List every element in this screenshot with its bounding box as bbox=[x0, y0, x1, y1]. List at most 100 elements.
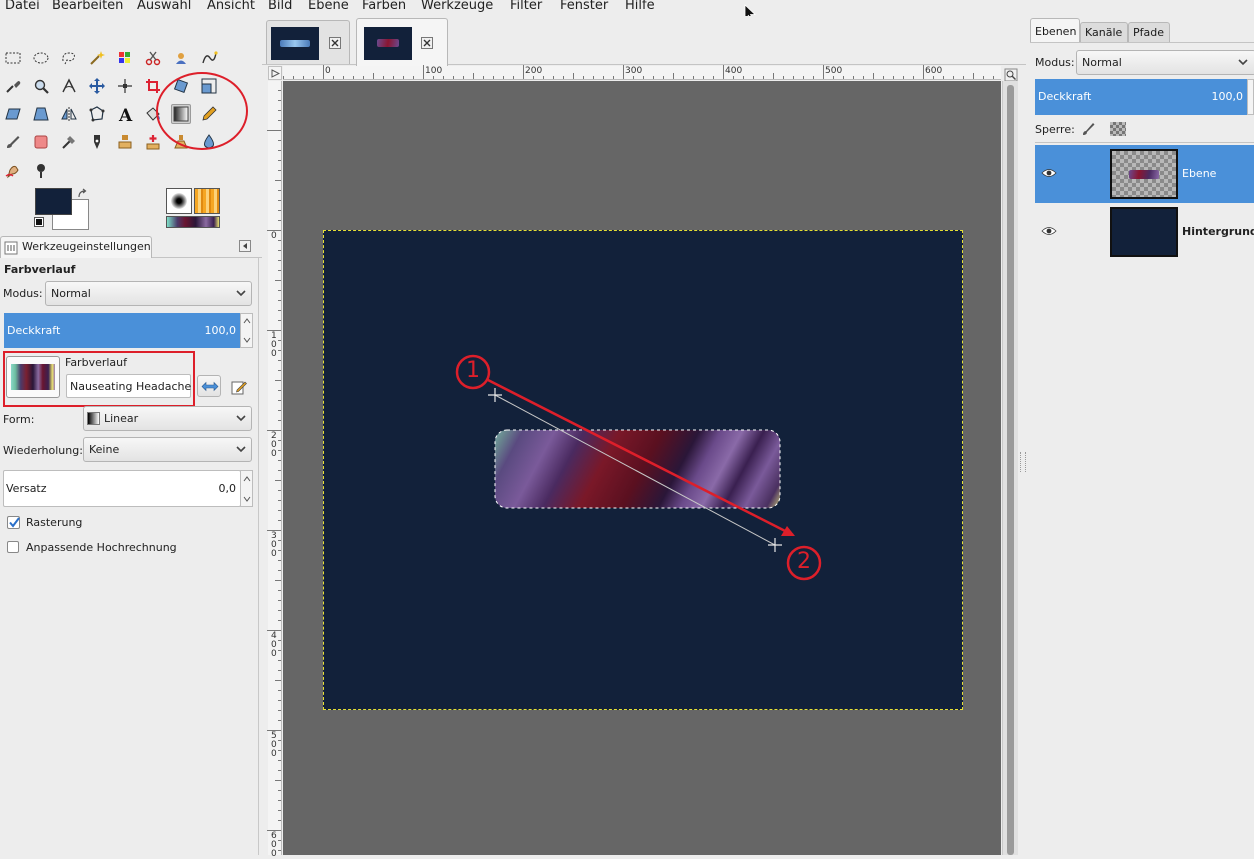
offset-slider[interactable]: Versatz 0,0 bbox=[3, 470, 241, 507]
spin-up-icon[interactable] bbox=[243, 476, 251, 482]
tool-cage-transform[interactable] bbox=[87, 104, 107, 124]
gradient-preview[interactable] bbox=[166, 216, 220, 228]
tab-channels[interactable]: Kanäle bbox=[1080, 22, 1128, 42]
svg-text:A: A bbox=[118, 106, 133, 123]
tab-paths[interactable]: Pfade bbox=[1128, 22, 1170, 42]
layer-row-hintergrund[interactable]: Hintergrund bbox=[1035, 203, 1254, 261]
dithering-checkbox[interactable] bbox=[7, 516, 20, 529]
pattern-preview[interactable] bbox=[194, 188, 220, 214]
layer-mode-value: Normal bbox=[1082, 56, 1122, 69]
mode-dropdown[interactable]: Normal bbox=[45, 281, 252, 306]
tool-ink[interactable] bbox=[87, 132, 107, 152]
ruler-tick bbox=[873, 73, 874, 79]
lock-pixels-brush-icon[interactable] bbox=[1080, 121, 1096, 137]
foreground-color-swatch[interactable] bbox=[35, 188, 72, 215]
repeat-dropdown[interactable]: Keine bbox=[83, 437, 252, 462]
close-tab-icon[interactable] bbox=[329, 37, 341, 49]
vertical-ruler[interactable]: 0100200300400500600 bbox=[267, 81, 282, 859]
ruler-tick bbox=[993, 76, 994, 79]
tool-paintbrush[interactable] bbox=[3, 132, 23, 152]
edit-gradient-icon[interactable] bbox=[231, 379, 247, 395]
tool-rect-select[interactable] bbox=[3, 48, 23, 68]
tool-scissors-select[interactable] bbox=[143, 48, 163, 68]
ruler-tick bbox=[278, 170, 281, 171]
layer-opacity-spinner[interactable] bbox=[1247, 79, 1254, 115]
menu-farben[interactable]: Farben bbox=[362, 0, 406, 13]
image-tab-1[interactable] bbox=[266, 20, 350, 64]
chevron-down-icon bbox=[236, 290, 246, 297]
menu-auswahl[interactable]: Auswahl bbox=[137, 0, 191, 13]
spin-down-icon[interactable] bbox=[243, 496, 251, 502]
menu-bild[interactable]: Bild bbox=[268, 0, 292, 13]
tool-paths[interactable] bbox=[199, 48, 219, 68]
menu-bearbeiten[interactable]: Bearbeiten bbox=[52, 0, 123, 13]
panel-menu-icon[interactable] bbox=[239, 240, 251, 252]
spin-up-icon[interactable] bbox=[243, 318, 251, 324]
tool-color-select[interactable] bbox=[115, 48, 135, 68]
tool-shear[interactable] bbox=[3, 104, 23, 124]
tool-foreground-select[interactable] bbox=[171, 48, 191, 68]
ruler-tick bbox=[933, 76, 934, 79]
ruler-corner-button[interactable] bbox=[268, 66, 282, 80]
offset-spinner[interactable] bbox=[240, 470, 253, 507]
tool-move[interactable] bbox=[87, 76, 107, 96]
ruler-tick bbox=[763, 76, 764, 79]
menu-fenster[interactable]: Fenster bbox=[560, 0, 608, 13]
tool-airbrush[interactable] bbox=[59, 132, 79, 152]
shape-dropdown[interactable]: Linear bbox=[83, 406, 252, 431]
reverse-gradient-button[interactable] bbox=[197, 375, 221, 397]
ruler-tick bbox=[278, 760, 281, 761]
tool-free-select[interactable] bbox=[59, 48, 79, 68]
tool-clone[interactable] bbox=[115, 132, 135, 152]
smudge-icon bbox=[5, 165, 19, 179]
gradient-highlight-box bbox=[3, 351, 195, 407]
menu-filter[interactable]: Filter bbox=[510, 0, 542, 13]
image-tab-2[interactable] bbox=[356, 18, 448, 66]
horizontal-ruler[interactable]: 0 100 200 300 400 500 600 bbox=[283, 65, 1001, 80]
tool-smudge[interactable] bbox=[3, 160, 23, 180]
visibility-eye-icon[interactable] bbox=[1041, 225, 1057, 237]
menu-werkzeuge[interactable]: Werkzeuge bbox=[421, 0, 493, 13]
tool-eraser[interactable] bbox=[31, 132, 51, 152]
tool-color-picker[interactable] bbox=[3, 76, 23, 96]
ruler-tick bbox=[353, 76, 354, 79]
tool-fuzzy-select[interactable] bbox=[87, 48, 107, 68]
menu-hilfe[interactable]: Hilfe bbox=[625, 0, 655, 13]
layer-opacity-slider[interactable]: Deckkraft 100,0 bbox=[1035, 79, 1247, 115]
ruler-tick bbox=[443, 76, 444, 79]
spin-down-icon[interactable] bbox=[243, 337, 251, 343]
ruler-label: 400 bbox=[725, 66, 743, 76]
visibility-eye-icon[interactable] bbox=[1041, 167, 1057, 179]
tab-tool-options[interactable]: Werkzeugeinstellungen bbox=[0, 236, 152, 258]
tool-dodge-burn[interactable] bbox=[31, 160, 51, 180]
tool-zoom[interactable] bbox=[31, 76, 51, 96]
menu-ansicht[interactable]: Ansicht bbox=[207, 0, 255, 13]
lock-alpha-checker-icon[interactable] bbox=[1110, 122, 1126, 136]
adaptive-supersampling-checkbox[interactable] bbox=[7, 541, 19, 553]
ruler-tick bbox=[278, 270, 281, 271]
default-colors-icon[interactable] bbox=[34, 217, 44, 227]
zoom-to-window-icon[interactable] bbox=[1004, 68, 1018, 82]
vertical-scrollbar[interactable] bbox=[1002, 81, 1018, 855]
tool-heal[interactable] bbox=[143, 132, 163, 152]
menu-datei[interactable]: Datei bbox=[5, 0, 40, 13]
tab-layers[interactable]: Ebenen bbox=[1030, 18, 1080, 42]
tool-measure[interactable] bbox=[59, 76, 79, 96]
menu-ebene[interactable]: Ebene bbox=[308, 0, 349, 13]
ruler-tick bbox=[278, 460, 281, 461]
opacity-slider[interactable]: Deckkraft 100,0 bbox=[4, 313, 240, 348]
brush-preview[interactable] bbox=[166, 188, 192, 214]
layer-row-ebene[interactable]: Ebene bbox=[1035, 145, 1254, 203]
swap-colors-icon[interactable] bbox=[77, 188, 89, 200]
tool-perspective[interactable] bbox=[31, 104, 51, 124]
ruler-tick bbox=[423, 65, 424, 79]
tool-flip[interactable] bbox=[59, 104, 79, 124]
tool-ellipse-select[interactable] bbox=[31, 48, 51, 68]
tool-text[interactable]: A bbox=[115, 104, 135, 124]
ruler-tick bbox=[703, 76, 704, 79]
tool-align[interactable] bbox=[115, 76, 135, 96]
close-tab-icon[interactable] bbox=[421, 37, 433, 49]
layer-mode-dropdown[interactable]: Normal bbox=[1076, 50, 1254, 75]
opacity-spinner[interactable] bbox=[240, 313, 253, 348]
vertical-scrollbar-thumb[interactable] bbox=[1007, 85, 1014, 855]
